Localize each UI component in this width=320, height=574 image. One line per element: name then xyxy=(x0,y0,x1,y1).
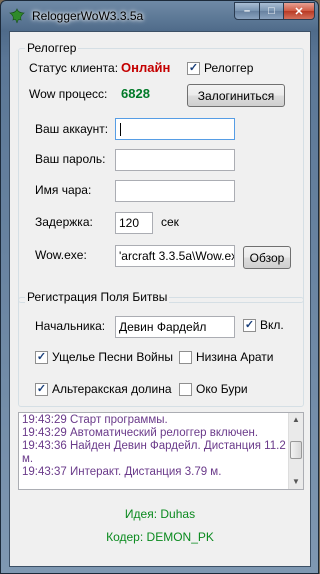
leader-label: Начальника: xyxy=(35,319,106,333)
checkmark-icon: ✓ xyxy=(36,383,47,395)
relogger-checkbox-label[interactable]: Релоггер xyxy=(204,61,253,75)
title-bar[interactable]: ReloggerWoW3.3.5a – □ ✕ xyxy=(1,1,318,31)
relogger-checkbox[interactable]: ✓ xyxy=(187,62,200,75)
bg-warsong-checkbox[interactable]: ✓ xyxy=(35,351,48,364)
scroll-thumb[interactable] xyxy=(290,441,302,459)
log-line: 19:43:29 Старт программы. xyxy=(22,414,168,426)
bg-eye-checkbox[interactable] xyxy=(179,383,192,396)
delay-field[interactable]: 120 xyxy=(115,212,153,234)
delay-value: 120 xyxy=(119,216,140,230)
scroll-up-icon[interactable]: ▲ xyxy=(290,414,302,426)
bg-eye-label[interactable]: Око Бури xyxy=(196,382,248,396)
char-name-label: Имя чара: xyxy=(35,183,92,197)
checkmark-icon: ✓ xyxy=(244,319,255,331)
window-title: ReloggerWoW3.3.5a xyxy=(32,9,144,23)
close-icon: ✕ xyxy=(294,5,304,18)
client-area: Релоггер Статус клиента: Онлайн ✓ Релогг… xyxy=(9,31,311,567)
log-lines: 19:43:29 Старт программы. 19:43:29 Автом… xyxy=(22,414,288,479)
app-window: ReloggerWoW3.3.5a – □ ✕ Релоггер Статус … xyxy=(0,0,319,574)
delay-unit: сек xyxy=(161,215,179,229)
leader-field[interactable]: Девин Фардейл xyxy=(115,316,235,338)
maximize-icon: □ xyxy=(268,5,275,17)
login-button[interactable]: Залогиниться xyxy=(187,84,285,107)
checkmark-icon: ✓ xyxy=(36,351,47,363)
account-label: Ваш аккаунт: xyxy=(35,122,109,136)
password-field[interactable] xyxy=(115,149,235,171)
bg-alterac-checkbox[interactable]: ✓ xyxy=(35,383,48,396)
account-field[interactable] xyxy=(115,118,235,140)
log-scrollbar[interactable]: ▲ ▼ xyxy=(288,413,303,489)
relogger-group-title: Релоггер xyxy=(25,41,79,55)
password-label: Ваш пароль: xyxy=(35,152,106,166)
browse-button[interactable]: Обзор xyxy=(243,246,291,269)
credit-idea: Идея: Duhas xyxy=(124,507,196,521)
minimize-button[interactable]: – xyxy=(234,2,260,20)
process-id-value: 6828 xyxy=(121,86,150,101)
minimize-icon: – xyxy=(243,5,251,17)
wowexe-path-field[interactable]: 'arcraft 3.3.5a\Wow.exe xyxy=(115,245,235,267)
log-line: 19:43:37 Интеракт. Дистанция 3.79 м. xyxy=(22,466,222,478)
log-line: 19:43:36 Найден Девин Фардейл. Дистанция… xyxy=(22,440,286,465)
relogger-group: Релоггер Статус клиента: Онлайн ✓ Релогг… xyxy=(18,41,304,303)
bg-arathi-label[interactable]: Низина Арати xyxy=(196,350,274,364)
credit-coder: Кодер: DEMON_PK xyxy=(106,530,214,544)
log-line: 19:43:29 Автоматический релоггер включен… xyxy=(22,427,259,439)
battleground-group: Регистрация Поля Битвы Начальника: Девин… xyxy=(18,290,304,407)
leader-value: Девин Фардейл xyxy=(119,320,207,334)
leaf-icon xyxy=(9,8,25,24)
wowexe-path-value: 'arcraft 3.3.5a\Wow.exe xyxy=(119,249,235,263)
bg-warsong-label[interactable]: Ущелье Песни Войны xyxy=(52,350,173,364)
log-box[interactable]: 19:43:29 Старт программы. 19:43:29 Автом… xyxy=(18,412,304,490)
process-label: Wow процесс: xyxy=(29,87,108,101)
maximize-button[interactable]: □ xyxy=(259,2,284,20)
status-value: Онлайн xyxy=(121,60,171,75)
scroll-down-icon[interactable]: ▼ xyxy=(290,476,302,488)
battleground-group-title: Регистрация Поля Битвы xyxy=(25,290,170,304)
enable-bg-checkbox[interactable]: ✓ xyxy=(243,319,256,332)
text-caret xyxy=(120,123,121,137)
wowexe-label: Wow.exe: xyxy=(35,248,87,262)
bg-arathi-checkbox[interactable] xyxy=(179,351,192,364)
delay-label: Задержка: xyxy=(35,215,93,229)
status-label: Статус клиента: xyxy=(29,61,119,75)
enable-bg-label[interactable]: Вкл. xyxy=(260,318,284,332)
bg-alterac-label[interactable]: Альтеракская долина xyxy=(52,382,172,396)
char-name-field[interactable] xyxy=(115,180,235,202)
close-button[interactable]: ✕ xyxy=(283,2,315,20)
checkmark-icon: ✓ xyxy=(188,62,199,74)
